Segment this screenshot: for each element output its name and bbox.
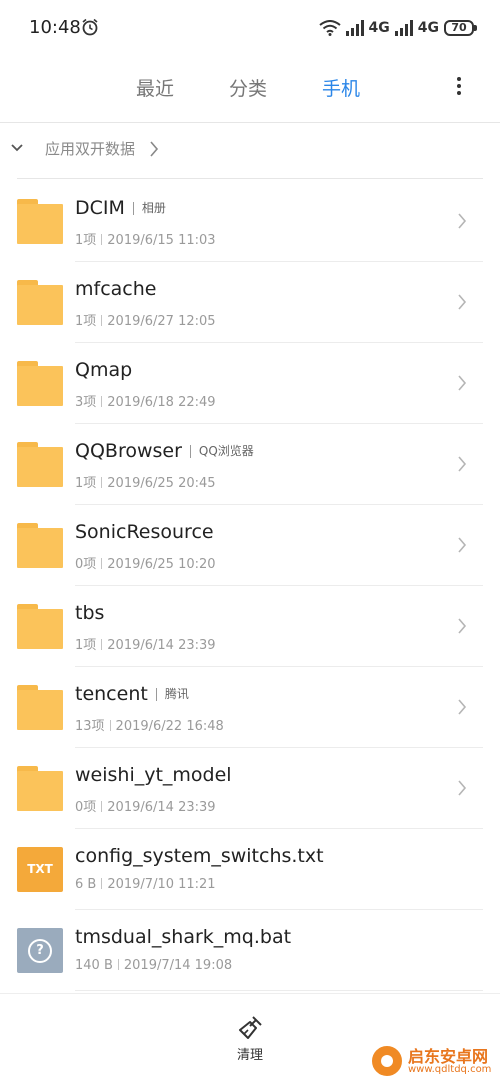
divider — [17, 178, 483, 179]
alarm-icon — [82, 18, 98, 36]
file-name: config_system_switchs.txt — [75, 845, 324, 867]
folder-row-tbs[interactable]: tbs 1项 2019/6/14 23:39 — [0, 586, 500, 667]
file-tag: QQ浏览器 — [189, 444, 254, 458]
dual-app-data-row[interactable]: 应用双开数据 — [0, 123, 500, 175]
chevron-right-icon — [458, 456, 467, 472]
chevron-right-icon — [458, 537, 467, 553]
folder-row-mfcache[interactable]: mfcache 1项 2019/6/27 12:05 — [0, 262, 500, 343]
item-count: 13项 — [75, 719, 105, 734]
modified-date: 2019/6/22 16:48 — [115, 719, 224, 734]
folder-icon — [17, 199, 63, 244]
modified-date: 2019/6/25 10:20 — [107, 557, 216, 572]
file-name: weishi_yt_model — [75, 764, 232, 786]
chevron-right-icon — [458, 618, 467, 634]
chevron-right-icon — [458, 699, 467, 715]
modified-date: 2019/6/15 11:03 — [107, 233, 216, 248]
modified-date: 2019/6/14 23:39 — [107, 638, 216, 653]
folder-row-qmap[interactable]: Qmap 3项 2019/6/18 22:49 — [0, 343, 500, 424]
folder-row-sonicresource[interactable]: SonicResource 0项 2019/6/25 10:20 — [0, 505, 500, 586]
chevron-right-icon — [150, 141, 159, 157]
modified-date: 2019/6/18 22:49 — [107, 395, 216, 410]
watermark-url: www.qdltdq.com — [408, 1064, 492, 1075]
file-name: tmsdual_shark_mq.bat — [75, 926, 292, 948]
watermark-logo-icon — [370, 1044, 404, 1078]
clean-button[interactable]: 清理 — [226, 1014, 274, 1064]
broom-icon — [239, 1016, 262, 1039]
signal-icon — [394, 20, 413, 36]
file-name: DCIM — [75, 197, 125, 219]
modified-date: 2019/7/14 19:08 — [123, 958, 233, 973]
dual-app-data-label: 应用双开数据 — [45, 140, 136, 158]
folder-icon — [17, 604, 63, 649]
status-time: 10:48 — [29, 17, 81, 38]
folder-row-dcim[interactable]: DCIM 相册 1项 2019/6/15 11:03 — [0, 181, 500, 262]
status-indicators: 4G 4G 70 — [318, 17, 477, 39]
tab-phone[interactable]: 手机 — [322, 74, 360, 101]
folder-icon — [17, 685, 63, 730]
folder-icon — [17, 361, 63, 406]
tab-recent[interactable]: 最近 — [136, 74, 174, 101]
item-count: 1项 — [75, 233, 97, 248]
chevron-right-icon — [458, 213, 467, 229]
item-count: 3项 — [75, 395, 97, 410]
file-row-config-system-switchs[interactable]: TXT config_system_switchs.txt 6 B 2019/7/… — [0, 829, 500, 910]
folder-row-tencent[interactable]: tencent 腾讯 13项 2019/6/22 16:48 — [0, 667, 500, 748]
file-tag: 腾讯 — [155, 687, 189, 701]
file-size: 6 B — [75, 877, 97, 892]
item-count: 0项 — [75, 557, 97, 572]
file-name: tencent — [75, 683, 148, 705]
file-tag: 相册 — [132, 201, 166, 215]
modified-date: 2019/6/14 23:39 — [107, 800, 216, 815]
network-type-2: 4G — [417, 20, 439, 36]
tab-bar: 最近 分类 手机 — [0, 58, 500, 122]
folder-row-weishi-yt-model[interactable]: weishi_yt_model 0项 2019/6/14 23:39 — [0, 748, 500, 829]
battery-icon: 70 — [444, 20, 477, 36]
unknown-file-icon: ? — [17, 928, 63, 973]
chevron-down-icon — [11, 144, 23, 152]
folder-icon — [17, 523, 63, 568]
chevron-right-icon — [458, 294, 467, 310]
tab-category[interactable]: 分类 — [229, 74, 267, 101]
folder-icon — [17, 280, 63, 325]
file-name: QQBrowser — [75, 440, 182, 462]
file-name: Qmap — [75, 359, 133, 381]
signal-icon — [345, 20, 364, 36]
folder-icon — [17, 442, 63, 487]
file-name: SonicResource — [75, 521, 214, 543]
question-mark-icon: ? — [28, 939, 52, 963]
item-count: 1项 — [75, 314, 97, 329]
item-count: 1项 — [75, 476, 97, 491]
modified-date: 2019/6/27 12:05 — [107, 314, 216, 329]
folder-row-qqbrowser[interactable]: QQBrowser QQ浏览器 1项 2019/6/25 20:45 — [0, 424, 500, 505]
status-bar: 10:48 4G 4G 70 — [0, 0, 500, 58]
modified-date: 2019/6/25 20:45 — [107, 476, 216, 491]
more-options-icon[interactable] — [452, 74, 466, 100]
file-size: 140 B — [75, 958, 113, 973]
file-name: mfcache — [75, 278, 157, 300]
clean-label: 清理 — [236, 1048, 263, 1063]
file-row-tmsdual-shark-mq[interactable]: ? tmsdual_shark_mq.bat 140 B 2019/7/14 19… — [0, 910, 500, 991]
modified-date: 2019/7/10 11:21 — [107, 877, 216, 892]
chevron-right-icon — [458, 780, 467, 796]
txt-file-icon: TXT — [17, 847, 63, 892]
wifi-icon — [318, 20, 341, 36]
file-name: tbs — [75, 602, 105, 624]
item-count: 0项 — [75, 800, 97, 815]
item-count: 1项 — [75, 638, 97, 653]
file-list: DCIM 相册 1项 2019/6/15 11:03 mfcache 1项 2019/… — [0, 181, 500, 991]
network-type-1: 4G — [368, 20, 390, 36]
chevron-right-icon — [458, 375, 467, 391]
folder-icon — [17, 766, 63, 811]
watermark: 启东安卓网 www.qdltdq.com — [370, 1040, 498, 1082]
